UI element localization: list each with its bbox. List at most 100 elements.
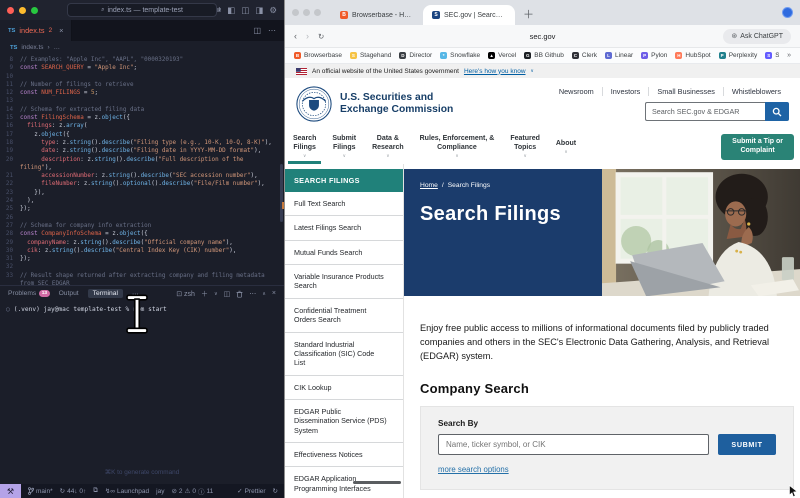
line-number: 17 — [5, 131, 13, 138]
nav-item[interactable]: Rules, Enforcement, & Compliance ∨ — [412, 130, 503, 164]
launchpad-status[interactable]: ↯∞ Launchpad — [105, 487, 149, 496]
sidebar-item[interactable]: EDGAR Public Dissemination Service (PDS)… — [285, 400, 403, 444]
new-terminal-icon[interactable]: ＋ — [201, 289, 208, 299]
back-icon[interactable]: ‹ — [294, 31, 297, 41]
formatter-status[interactable]: ✓ Prettier — [237, 487, 265, 496]
topnav-link[interactable]: Small Businesses — [648, 87, 723, 96]
profile-avatar[interactable] — [782, 7, 793, 18]
bookmark-item[interactable]: * Snowflake — [440, 52, 480, 59]
line-number: 9 — [9, 65, 13, 72]
editor-more-actions-icon[interactable]: ⋯ — [268, 26, 276, 35]
banner-link[interactable]: Here's how you know — [464, 68, 526, 75]
bookmark-item[interactable]: H HubSpot — [675, 52, 711, 59]
minimize-window-button[interactable] — [19, 6, 26, 14]
code-editor[interactable]: 8 // Examples: "Apple Inc", "AAPL", "000… — [0, 54, 284, 285]
sidebar-item[interactable]: Variable Insurance Products Search — [285, 265, 403, 299]
toggle-secondary-sidebar-icon[interactable]: ◨ — [255, 5, 263, 16]
panel-more-actions-icon[interactable]: ⋯ — [249, 290, 256, 298]
terminal-dropdown-icon[interactable]: ∨ — [214, 291, 218, 297]
sec-search-button[interactable] — [765, 102, 789, 121]
bookmark-item[interactable]: S Stripe — [765, 52, 779, 59]
bookmark-item[interactable]: D Director — [399, 52, 432, 59]
nav-item[interactable]: Submit Filings ∨ — [324, 130, 364, 164]
shell-indicator[interactable]: ⊡ zsh — [176, 290, 195, 298]
maximize-panel-icon[interactable]: ∧ — [262, 291, 266, 297]
nav-item-label: Search Filings — [293, 135, 317, 151]
toggle-sidebar-icon[interactable]: ◧ — [227, 5, 235, 16]
bookmarks-overflow-icon[interactable]: » — [787, 52, 791, 59]
tab-problems[interactable]: Problems 13 — [8, 290, 50, 297]
nav-item[interactable]: Featured Topics ∨ — [502, 130, 548, 164]
close-window-button[interactable] — [292, 9, 299, 16]
forward-icon[interactable]: › — [306, 31, 309, 41]
problems-status[interactable]: ⊘ 2 ⚠ 0 ⓘ 11 — [171, 486, 213, 497]
scrollbar-horizontal[interactable] — [353, 480, 401, 484]
sidebar-item[interactable]: Latest Filings Search — [285, 216, 403, 241]
bookmark-item[interactable]: B Browserbase — [294, 52, 342, 59]
browser-tab[interactable]: S SEC.gov | Search Fili — [423, 5, 515, 25]
shell-name: zsh — [184, 290, 195, 298]
sidebar-item[interactable]: Full Text Search — [285, 192, 403, 217]
breadcrumb[interactable]: TS index.ts › … — [0, 41, 284, 54]
sidebar-item[interactable]: CIK Lookup — [285, 376, 403, 400]
split-terminal-icon[interactable]: ◫ — [224, 290, 231, 298]
address-bar[interactable]: sec.gov — [530, 32, 556, 41]
sidebar-item[interactable]: Standard Industrial Classification (SIC)… — [285, 333, 403, 376]
agency-name[interactable]: U.S. Securities and Exchange Commission — [340, 92, 453, 116]
code-text: const SEARCH_QUERY = "Apple Inc"; — [20, 65, 138, 72]
tab-close-icon[interactable]: × — [59, 26, 63, 35]
nav-item[interactable]: About ∨ — [548, 130, 584, 164]
git-branch-status[interactable]: main* — [28, 487, 53, 495]
toggle-panel-icon[interactable]: ◫ — [241, 5, 249, 16]
bookmark-item[interactable]: C Clerk — [571, 52, 597, 59]
minimize-window-button[interactable] — [303, 9, 310, 16]
sec-search-input[interactable] — [645, 102, 765, 121]
mouse-cursor — [789, 485, 798, 497]
line-number: 16 — [5, 123, 13, 130]
breadcrumb-symbol[interactable]: … — [54, 44, 60, 51]
breadcrumb-file[interactable]: index.ts — [21, 44, 43, 51]
bookmark-item[interactable]: G BB Github — [524, 52, 564, 59]
nav-item[interactable]: Data & Research ∨ — [364, 130, 412, 164]
topnav-link[interactable]: Investors — [601, 87, 649, 96]
copy-icon[interactable]: ⧉ — [93, 487, 98, 495]
bookmark-item[interactable]: ▲ Vercel — [488, 52, 516, 59]
sidebar-item[interactable]: Mutual Funds Search — [285, 241, 403, 266]
bookmark-item[interactable]: S Stagehand — [349, 52, 391, 59]
close-panel-icon[interactable]: × — [272, 290, 276, 297]
customize-layout-icon[interactable]: ⚙ — [269, 5, 277, 16]
bookmark-label: Perplexity — [728, 52, 758, 59]
submit-tip-button[interactable]: Submit a Tip or Complaint — [721, 134, 794, 160]
sidebar-item[interactable]: Effectiveness Notices — [285, 443, 403, 468]
restart-icon[interactable]: ↻ — [273, 487, 278, 495]
command-center-search[interactable]: ⌕ index.ts — template-test — [67, 3, 217, 17]
bookmark-item[interactable]: L Linear — [605, 52, 633, 59]
new-tab-button[interactable]: ＋ — [523, 6, 534, 22]
bookmark-item[interactable]: P Perplexity — [718, 52, 758, 59]
split-editor-icon[interactable]: ◫ — [253, 26, 261, 35]
tab-terminal[interactable]: Terminal — [87, 289, 123, 298]
git-sync-status[interactable]: ↻ 44↓ 0↑ — [60, 487, 87, 496]
tab-output[interactable]: Output — [59, 290, 79, 297]
problems-label: Problems — [8, 290, 37, 297]
breadcrumb-home-link[interactable]: Home — [420, 182, 438, 189]
sidebar-item[interactable]: Confidential Treatment Orders Search — [285, 299, 403, 333]
remote-indicator-icon[interactable]: ⚒ — [0, 484, 21, 498]
maximize-window-button[interactable] — [31, 6, 38, 14]
browser-tab[interactable]: B Browserbase - Headl — [331, 5, 423, 25]
editor-tab-index-ts[interactable]: TS index.ts 2 × — [0, 20, 73, 41]
submit-button[interactable]: SUBMIT — [718, 434, 776, 456]
maximize-window-button[interactable] — [314, 9, 321, 16]
company-search-input[interactable] — [438, 434, 709, 456]
bookmark-item[interactable]: P Pylon — [641, 52, 667, 59]
nav-item[interactable]: Search Filings ∨ — [285, 130, 324, 164]
close-window-button[interactable] — [7, 6, 14, 14]
topnav-link[interactable]: Newsroom — [551, 87, 602, 96]
topnav-link[interactable]: Whistleblowers — [722, 87, 789, 96]
reload-icon[interactable]: ↻ — [318, 32, 324, 41]
kill-terminal-icon[interactable] — [236, 290, 243, 298]
editor-scrollbar[interactable] — [280, 164, 283, 222]
user-status[interactable]: jay — [156, 488, 164, 495]
more-search-options-link[interactable]: more search options — [438, 465, 509, 474]
ask-chatgpt-button[interactable]: ⊛ Ask ChatGPT — [723, 28, 791, 44]
